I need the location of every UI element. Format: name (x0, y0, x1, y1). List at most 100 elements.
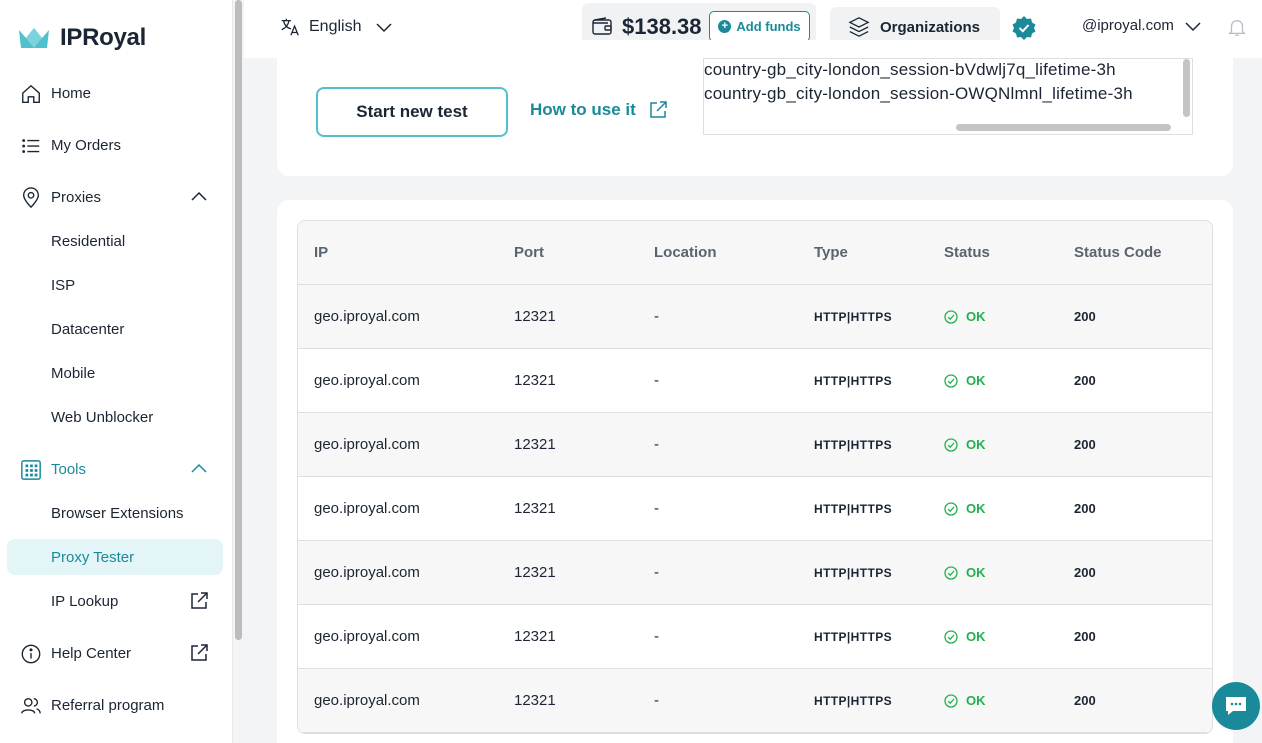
sidebar-item-label: Referral program (51, 696, 165, 714)
organizations-label: Organizations (880, 18, 981, 36)
port-cell: 12321 (514, 692, 556, 709)
sidebar-item-web-unblocker[interactable]: Web Unblocker (0, 399, 233, 435)
sidebar-item-help-center[interactable]: Help Center (0, 633, 233, 673)
status-cell: OK (944, 309, 986, 324)
ip-cell: geo.iproyal.com (314, 564, 420, 581)
textarea-horizontal-scrollbar[interactable] (956, 124, 1171, 131)
location-cell: - (654, 692, 659, 709)
logo-text: IPRoyal (60, 24, 146, 51)
sidebar-item-mobile[interactable]: Mobile (0, 355, 233, 391)
location-pin-icon (22, 187, 40, 209)
status-code-cell: 200 (1074, 565, 1096, 580)
column-header-type: Type (814, 244, 848, 261)
status-code-cell: 200 (1074, 501, 1096, 516)
port-cell: 12321 (514, 564, 556, 581)
sidebar-item-referral[interactable]: Referral program (0, 685, 233, 725)
location-cell: - (654, 436, 659, 453)
status-cell: OK (944, 693, 986, 708)
status-label: OK (966, 565, 986, 580)
sidebar-item-residential[interactable]: Residential (0, 223, 233, 259)
language-selector[interactable]: English (279, 16, 393, 38)
type-cell: HTTP|HTTPS (814, 310, 893, 324)
sidebar-item-proxy-tester[interactable]: Proxy Tester (0, 539, 233, 575)
column-header-status-code: Status Code (1074, 244, 1162, 261)
logo[interactable]: IPRoyal (18, 24, 146, 52)
ip-cell: geo.iproyal.com (314, 692, 420, 709)
sidebar-item-label: Mobile (51, 364, 96, 382)
chevron-down-icon (1185, 21, 1201, 31)
results-card: IP Port Location Type Status Status Code… (277, 200, 1233, 743)
type-cell: HTTP|HTTPS (814, 694, 893, 708)
start-new-test-button[interactable]: Start new test (316, 87, 508, 137)
language-label: English (309, 18, 362, 35)
sidebar-item-label: Home (51, 84, 92, 102)
sidebar-item-label: Proxies (51, 188, 102, 206)
table-row: geo.iproyal.com 12321 - HTTP|HTTPS OK 200 (298, 349, 1212, 413)
sidebar-item-ip-lookup[interactable]: IP Lookup (0, 583, 233, 619)
sidebar-item-tools[interactable]: Tools (0, 449, 233, 489)
ip-cell: geo.iproyal.com (314, 628, 420, 645)
status-label: OK (966, 501, 986, 516)
ip-cell: geo.iproyal.com (314, 372, 420, 389)
proxy-list-textarea[interactable]: country-gb_city-london_session-bVdwlj7q_… (703, 58, 1193, 135)
sidebar-item-label: My Orders (51, 136, 122, 154)
check-circle-icon (944, 565, 958, 580)
status-label: OK (966, 437, 986, 452)
port-cell: 12321 (514, 500, 556, 517)
status-code-cell: 200 (1074, 629, 1096, 644)
status-label: OK (966, 373, 986, 388)
status-cell: OK (944, 565, 986, 580)
table-body: geo.iproyal.com 12321 - HTTP|HTTPS OK 200 geo.… (298, 285, 1212, 733)
bell-icon[interactable] (1226, 16, 1248, 38)
chat-icon (1226, 697, 1246, 715)
sidebar-scrollbar-thumb[interactable] (235, 0, 242, 640)
sidebar-item-browser-extensions[interactable]: Browser Extensions (0, 495, 233, 531)
location-cell: - (654, 564, 659, 581)
sidebar-item-proxies[interactable]: Proxies (0, 177, 233, 217)
sidebar-item-isp[interactable]: ISP (0, 267, 233, 303)
ip-cell: geo.iproyal.com (314, 500, 420, 517)
add-funds-button[interactable]: + Add funds (709, 11, 810, 42)
sidebar-item-label: Residential (51, 232, 126, 250)
status-cell: OK (944, 373, 986, 388)
type-cell: HTTP|HTTPS (814, 630, 893, 644)
users-icon (21, 697, 41, 714)
chat-button[interactable] (1212, 682, 1260, 730)
account-menu[interactable]: @iproyal.com (1082, 17, 1202, 34)
status-label: OK (966, 309, 986, 324)
sidebar-item-orders[interactable]: My Orders (0, 125, 233, 165)
check-circle-icon (944, 629, 958, 644)
balance-amount: $138.38 (622, 14, 702, 39)
port-cell: 12321 (514, 372, 556, 389)
sidebar-scrollbar[interactable] (233, 0, 244, 743)
status-label: OK (966, 629, 986, 644)
sidebar-item-home[interactable]: Home (0, 73, 233, 113)
column-header-status: Status (944, 244, 990, 261)
type-cell: HTTP|HTTPS (814, 438, 893, 452)
translate-icon (281, 18, 299, 36)
test-controls-card: Start new test How to use it country-gb_… (277, 40, 1233, 176)
plus-icon: + (718, 20, 732, 33)
port-cell: 12321 (514, 436, 556, 453)
check-circle-icon (944, 693, 958, 708)
location-cell: - (654, 628, 659, 645)
list-icon (22, 139, 40, 153)
status-code-cell: 200 (1074, 693, 1096, 708)
grid-icon (21, 460, 41, 480)
proxy-line: country-gb_city-london_session-OWQNlmnl_… (704, 84, 1133, 103)
external-link-icon (191, 592, 208, 609)
port-cell: 12321 (514, 308, 556, 325)
home-icon (22, 84, 40, 103)
column-header-ip: IP (314, 244, 329, 261)
sidebar-item-label: Tools (51, 460, 87, 478)
check-circle-icon (944, 501, 958, 516)
chevron-up-icon[interactable] (190, 461, 208, 475)
how-to-use-label: How to use it (530, 100, 636, 119)
sidebar-item-label: Help Center (51, 644, 132, 662)
sidebar-item-datacenter[interactable]: Datacenter (0, 311, 233, 347)
status-label: OK (966, 693, 986, 708)
how-to-use-link[interactable]: How to use it (530, 100, 668, 120)
column-header-port: Port (514, 244, 544, 261)
chevron-up-icon[interactable] (190, 189, 208, 203)
textarea-vertical-scrollbar[interactable] (1183, 59, 1190, 117)
